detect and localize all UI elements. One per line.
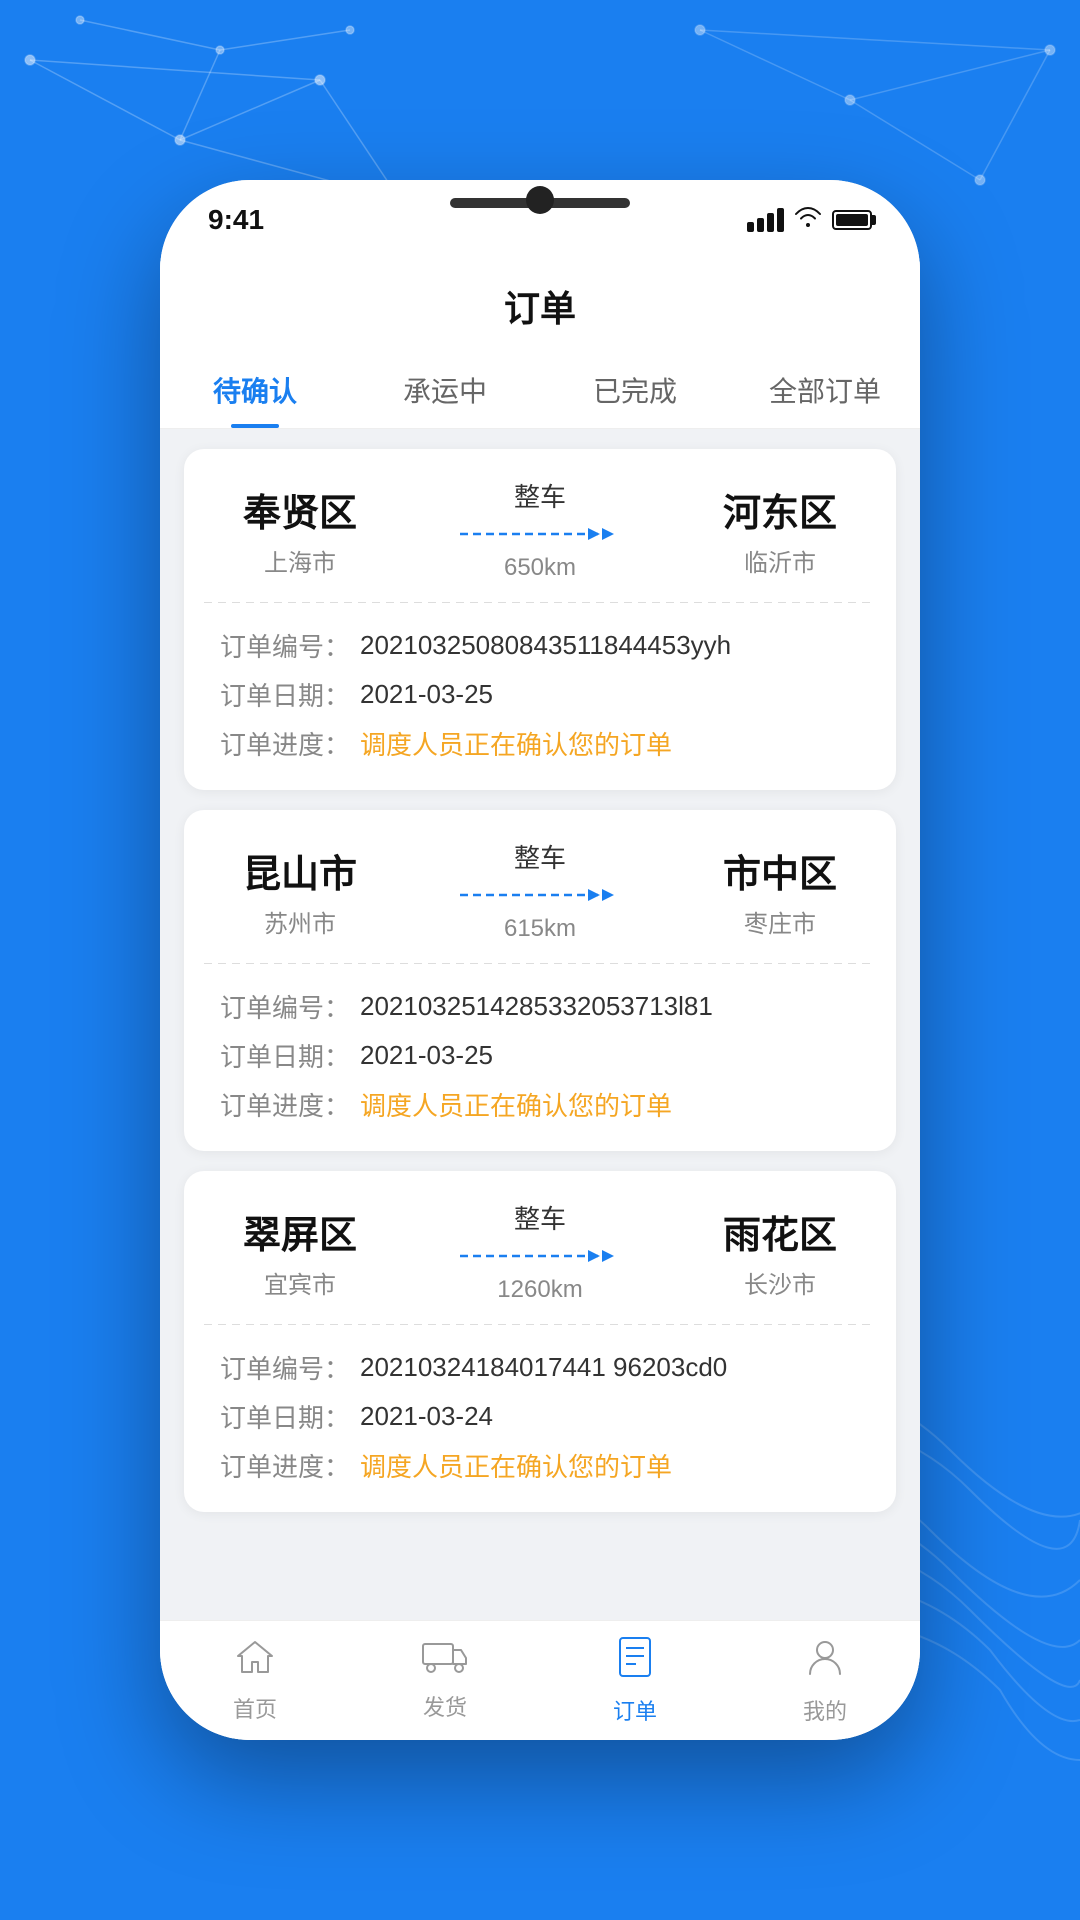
detail-progress-2: 订单进度： 调度人员正在确认您的订单 <box>220 1086 860 1123</box>
detail-progress-1: 订单进度： 调度人员正在确认您的订单 <box>220 725 860 762</box>
status-icons <box>747 206 872 234</box>
page-title: 订单 <box>160 280 920 352</box>
status-time: 9:41 <box>208 204 264 236</box>
tab-all[interactable]: 全部订单 <box>730 352 920 428</box>
tab-completed[interactable]: 已完成 <box>540 352 730 428</box>
order-card-3[interactable]: 翠屏区 宜宾市 整车 1260km <box>184 1171 896 1512</box>
phone-frame: 9:41 订单 待确认 <box>160 180 920 1740</box>
tab-transit[interactable]: 承运中 <box>350 352 540 428</box>
from-city-2: 昆山市 苏州市 <box>220 843 380 939</box>
card-top-3: 翠屏区 宜宾市 整车 1260km <box>184 1171 896 1324</box>
detail-progress-3: 订单进度： 调度人员正在确认您的订单 <box>220 1447 860 1484</box>
card-detail-3: 订单编号： 20210324184017441 96203cd0 订单日期： 2… <box>184 1325 896 1512</box>
nav-home[interactable]: 首页 <box>160 1621 350 1740</box>
truck-icon <box>421 1639 469 1684</box>
nav-profile[interactable]: 我的 <box>730 1621 920 1740</box>
battery-icon <box>832 210 872 230</box>
page-title-bar: 订单 <box>160 260 920 352</box>
bottom-nav: 首页 发货 <box>160 1620 920 1740</box>
route-arrow-1 <box>460 520 620 548</box>
order-card-2[interactable]: 昆山市 苏州市 整车 615km <box>184 810 896 1151</box>
wifi-icon <box>794 206 822 234</box>
person-icon <box>806 1636 844 1688</box>
status-bar: 9:41 <box>160 180 920 260</box>
tab-pending[interactable]: 待确认 <box>160 352 350 428</box>
card-top-1: 奉贤区 上海市 整车 650km <box>184 449 896 602</box>
detail-orderno-3: 订单编号： 20210324184017441 96203cd0 <box>220 1349 860 1386</box>
home-icon <box>234 1638 276 1686</box>
order-card-1[interactable]: 奉贤区 上海市 整车 650km <box>184 449 896 790</box>
card-top-2: 昆山市 苏州市 整车 615km <box>184 810 896 963</box>
route-3: 整车 1260km <box>380 1199 700 1304</box>
card-detail-1: 订单编号： 20210325080843511844453yyh 订单日期： 2… <box>184 603 896 790</box>
order-icon <box>616 1636 654 1688</box>
to-city-2: 市中区 枣庄市 <box>700 843 860 939</box>
nav-ship[interactable]: 发货 <box>350 1621 540 1740</box>
route-2: 整车 615km <box>380 838 700 943</box>
detail-orderno-1: 订单编号： 20210325080843511844453yyh <box>220 627 860 664</box>
card-detail-2: 订单编号： 2021032514285332053713l81 订单日期： 20… <box>184 964 896 1151</box>
from-city-3: 翠屏区 宜宾市 <box>220 1204 380 1300</box>
nav-order[interactable]: 订单 <box>540 1621 730 1740</box>
route-arrow-2 <box>460 881 620 909</box>
to-city-3: 雨花区 长沙市 <box>700 1204 860 1300</box>
from-city-1: 奉贤区 上海市 <box>220 482 380 578</box>
detail-date-2: 订单日期： 2021-03-25 <box>220 1037 860 1074</box>
signal-icon <box>747 208 784 232</box>
app-content: 订单 待确认 承运中 已完成 全部订单 奉贤区 <box>160 260 920 1740</box>
detail-date-1: 订单日期： 2021-03-25 <box>220 676 860 713</box>
order-list[interactable]: 奉贤区 上海市 整车 650km <box>160 429 920 1620</box>
tabs-bar: 待确认 承运中 已完成 全部订单 <box>160 352 920 429</box>
route-1: 整车 650km <box>380 477 700 582</box>
to-city-1: 河东区 临沂市 <box>700 482 860 578</box>
route-arrow-3 <box>460 1242 620 1270</box>
detail-orderno-2: 订单编号： 2021032514285332053713l81 <box>220 988 860 1025</box>
detail-date-3: 订单日期： 2021-03-24 <box>220 1398 860 1435</box>
